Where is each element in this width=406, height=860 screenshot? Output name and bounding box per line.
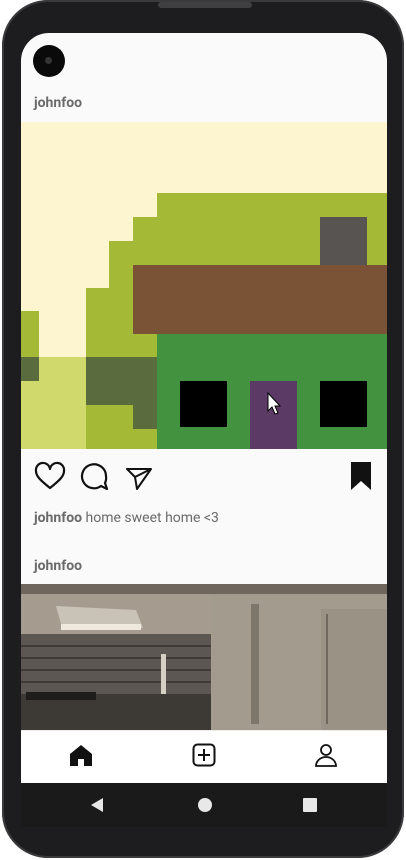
home-icon[interactable]: [69, 743, 93, 767]
comment-icon[interactable]: [79, 461, 109, 493]
post-actions: [21, 461, 387, 497]
caption-username[interactable]: johnfoo: [34, 510, 82, 526]
post-image[interactable]: [21, 584, 387, 730]
send-icon[interactable]: [125, 461, 153, 493]
back-icon[interactable]: [89, 797, 105, 813]
post-caption: johnfoo home sweet home <3: [34, 510, 219, 526]
system-nav-bar: [21, 783, 387, 827]
feed[interactable]: johnfoo johnfoo home sweet home <3 johnf…: [21, 33, 387, 730]
profile-icon[interactable]: [314, 743, 338, 767]
home-circle-icon[interactable]: [197, 797, 213, 813]
post-image[interactable]: [21, 122, 387, 449]
caption-text: home sweet home <3: [85, 510, 219, 526]
recents-icon[interactable]: [302, 797, 318, 813]
add-post-icon[interactable]: [192, 743, 216, 767]
bookmark-icon[interactable]: [350, 461, 372, 491]
phone-speaker: [158, 2, 252, 8]
bottom-nav: [21, 730, 387, 783]
front-camera: [33, 45, 65, 77]
heart-icon[interactable]: [34, 461, 66, 493]
app-screen: johnfoo johnfoo home sweet home <3 johnf…: [21, 33, 387, 783]
post-username[interactable]: johnfoo: [34, 558, 82, 574]
post-username[interactable]: johnfoo: [34, 95, 82, 111]
